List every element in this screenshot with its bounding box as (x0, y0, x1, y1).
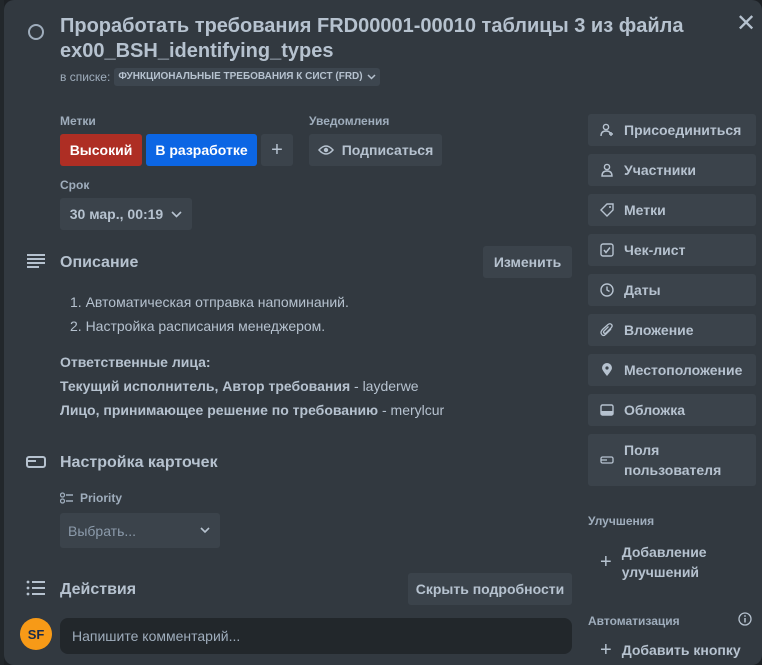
paperclip-icon (600, 323, 613, 337)
dates-button[interactable]: Даты (588, 274, 756, 306)
member-icon (601, 163, 613, 177)
in-list-prefix: в списке: (60, 70, 111, 84)
add-button-label: Добавить кнопку (621, 642, 741, 658)
due-date-button[interactable]: 30 мар., 00:19 (60, 198, 192, 230)
description-heading: Описание (60, 254, 139, 271)
avatar[interactable]: SF (20, 618, 52, 650)
comment-input[interactable]: Напишите комментарий... (60, 618, 572, 654)
members-label: Участники (624, 162, 696, 178)
clock-icon (600, 283, 614, 297)
attachment-label: Вложение (624, 322, 694, 338)
custom-fields-heading: Настройка карточек (60, 454, 218, 471)
custom-fields-icon (26, 456, 46, 468)
plus-icon: + (600, 550, 612, 573)
activity-icon (26, 580, 45, 596)
labels-button[interactable]: Метки (588, 194, 756, 226)
attachment-button[interactable]: Вложение (588, 314, 756, 346)
due-date-value: 30 мар., 00:19 (69, 206, 164, 222)
list-name: ФУНКЦИОНАЛЬНЫЕ ТРЕБОВАНИЯ К СИСТ (FRD) (118, 71, 363, 82)
hide-details-button[interactable]: Скрыть подробности (408, 573, 572, 605)
cover-label: Обложка (624, 402, 685, 418)
priority-field-label: Priority (60, 491, 122, 505)
tag-icon (600, 203, 614, 217)
cover-icon (600, 404, 614, 416)
add-powerup-line-2: улучшений (621, 564, 700, 580)
custom-field-icon (600, 456, 614, 464)
location-pin-icon (602, 363, 612, 376)
notifications-heading: Уведомления (309, 114, 390, 128)
priority-select-placeholder: Выбрать... (68, 522, 137, 539)
in-list-breadcrumb: в списке: ФУНКЦИОНАЛЬНЫЕ ТРЕБОВАНИЯ К СИ… (60, 68, 380, 86)
responsible-user-2: - merylcur (378, 402, 445, 418)
complete-circle-icon[interactable] (28, 24, 44, 40)
label-high[interactable]: Высокий (60, 134, 142, 166)
description-item-1: 1. Автоматическая отправка напоминаний. (70, 294, 349, 310)
card-title[interactable]: Проработать требования FRD00001-00010 та… (60, 14, 700, 64)
plus-icon: + (600, 638, 612, 661)
responsible-role-2: Лицо, принимающее решение по требованию (60, 402, 379, 418)
description-item-2: 2. Настройка расписания менеджером. (70, 318, 326, 334)
chevron-down-icon (367, 74, 376, 80)
list-name-button[interactable]: ФУНКЦИОНАЛЬНЫЕ ТРЕБОВАНИЯ К СИСТ (FRD) (114, 68, 380, 86)
list-field-icon (60, 492, 73, 504)
checkbox-icon (600, 243, 614, 257)
powerups-heading: Улучшения (588, 514, 655, 528)
eye-icon (317, 145, 334, 155)
activity-heading: Действия (60, 581, 137, 598)
chevron-down-icon (171, 210, 182, 218)
chevron-down-icon (200, 527, 210, 534)
close-icon[interactable]: ✕ (734, 12, 758, 36)
priority-select[interactable]: Выбрать... (60, 513, 220, 548)
labels-heading: Метки (60, 114, 96, 128)
responsible-heading: Ответственные лица: (60, 354, 211, 370)
responsible-line-1: Текущий исполнитель, Автор требования - … (60, 378, 419, 394)
responsible-line-2: Лицо, принимающее решение по требованию … (60, 402, 444, 418)
automation-heading: Автоматизация (588, 614, 680, 628)
add-member-icon (600, 123, 613, 137)
cover-button[interactable]: Обложка (588, 394, 756, 426)
dates-label: Даты (624, 282, 661, 298)
labels-label: Метки (624, 202, 666, 218)
description-icon (27, 254, 45, 268)
info-icon[interactable] (738, 612, 752, 626)
checklist-label: Чек-лист (624, 242, 686, 258)
checklist-button[interactable]: Чек-лист (588, 234, 756, 266)
subscribe-label: Подписаться (341, 142, 434, 158)
label-in-progress[interactable]: В разработке (146, 134, 257, 166)
responsible-user-1: - layderwe (350, 378, 419, 394)
add-powerup-button[interactable]: + Добавление улучшений (588, 536, 756, 588)
custom-fields-button[interactable]: Поля пользователя (588, 434, 756, 486)
add-powerup-text: Добавление улучшений (622, 542, 707, 582)
members-button[interactable]: Участники (588, 154, 756, 186)
responsible-role-1: Текущий исполнитель, Автор требования (60, 378, 351, 394)
location-label: Местоположение (624, 362, 743, 378)
due-heading: Срок (60, 178, 90, 192)
join-label: Присоединиться (624, 122, 742, 138)
priority-label: Priority (80, 491, 123, 505)
edit-description-button[interactable]: Изменить (483, 246, 572, 278)
add-label-button[interactable]: + (261, 134, 293, 166)
custom-fields-label-line-2: пользователя (624, 462, 722, 478)
add-powerup-line-1: Добавление (621, 544, 707, 560)
card-detail-dialog: Проработать требования FRD00001-00010 та… (4, 0, 762, 665)
join-button[interactable]: Присоединиться (588, 114, 756, 146)
subscribe-button[interactable]: Подписаться (309, 134, 442, 166)
location-button[interactable]: Местоположение (588, 354, 756, 386)
custom-fields-button-text: Поля пользователя (624, 440, 721, 480)
custom-fields-label-line-1: Поля (624, 442, 660, 458)
add-button-button[interactable]: + Добавить кнопку (588, 634, 756, 665)
